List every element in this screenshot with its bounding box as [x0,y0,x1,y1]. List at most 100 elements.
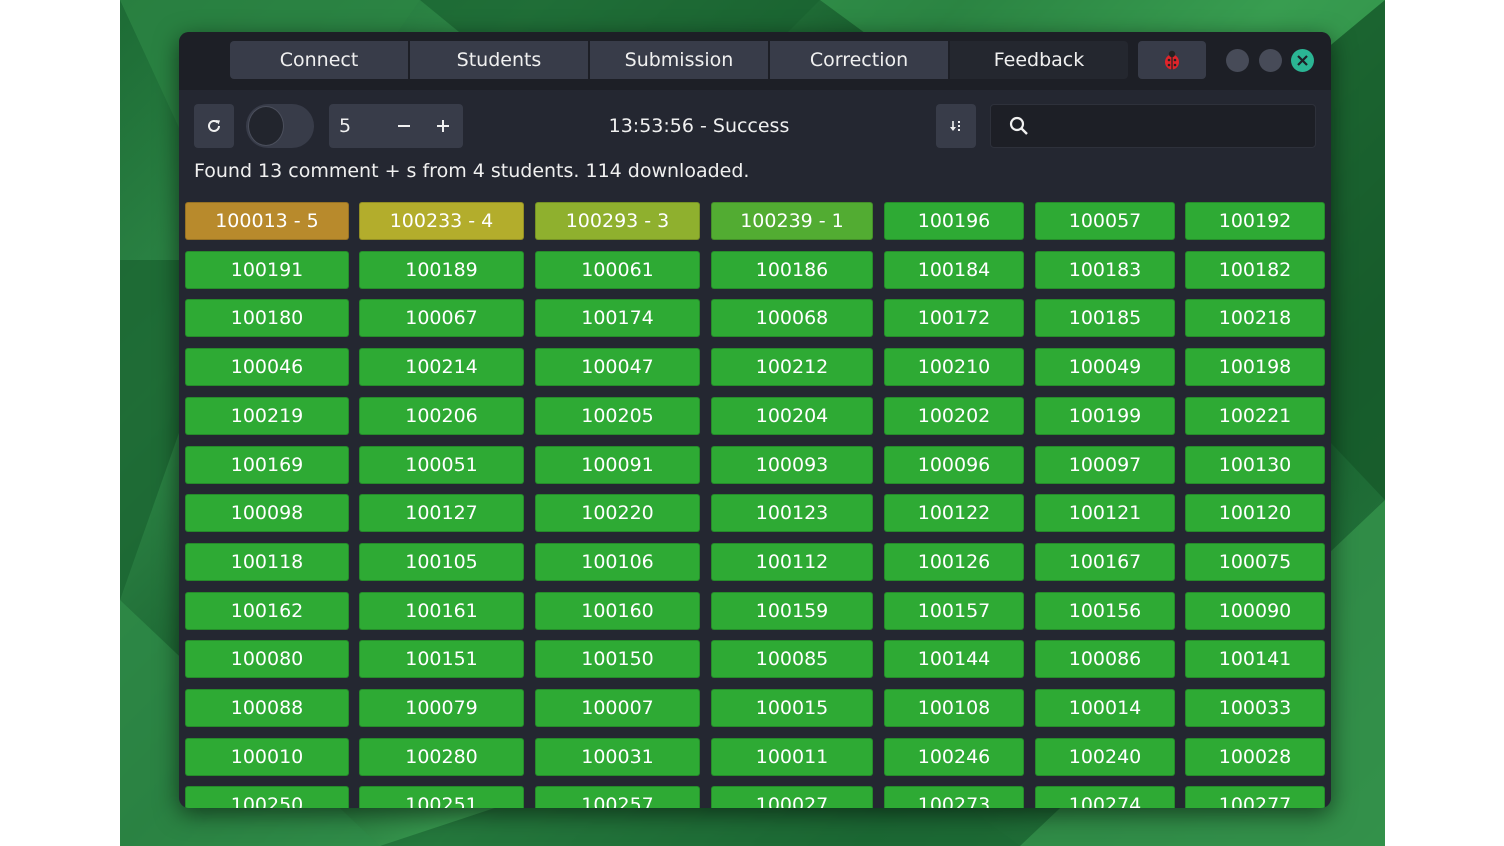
student-button[interactable]: 100196 [884,202,1024,240]
student-button[interactable]: 100033 [1185,689,1325,727]
student-button[interactable]: 100014 [1035,689,1175,727]
tab-connect[interactable]: Connect [230,41,408,79]
student-button[interactable]: 100257 [535,786,700,808]
student-button[interactable]: 100097 [1035,446,1175,484]
student-button[interactable]: 100144 [884,640,1024,678]
auto-toggle-switch[interactable] [246,104,314,148]
student-button[interactable]: 100122 [884,494,1024,532]
student-button[interactable]: 100010 [185,738,349,776]
student-button[interactable]: 100091 [535,446,700,484]
student-button[interactable]: 100274 [1035,786,1175,808]
student-button[interactable]: 100220 [535,494,700,532]
student-button[interactable]: 100186 [711,251,873,289]
tab-submission[interactable]: Submission [590,41,768,79]
student-button[interactable]: 100108 [884,689,1024,727]
student-button[interactable]: 100106 [535,543,700,581]
student-button[interactable]: 100007 [535,689,700,727]
student-button[interactable]: 100250 [185,786,349,808]
student-button[interactable]: 100218 [1185,299,1325,337]
student-button[interactable]: 100219 [185,397,349,435]
student-button[interactable]: 100212 [711,348,873,386]
student-button[interactable]: 100049 [1035,348,1175,386]
student-button[interactable]: 100141 [1185,640,1325,678]
student-button[interactable]: 100126 [884,543,1024,581]
student-button[interactable]: 100075 [1185,543,1325,581]
student-button[interactable]: 100027 [711,786,873,808]
student-button[interactable]: 100251 [359,786,524,808]
student-button[interactable]: 100093 [711,446,873,484]
student-button[interactable]: 100198 [1185,348,1325,386]
student-button[interactable]: 100221 [1185,397,1325,435]
student-button[interactable]: 100057 [1035,202,1175,240]
student-button[interactable]: 100199 [1035,397,1175,435]
tab-students[interactable]: Students [410,41,588,79]
student-button[interactable]: 100013 - 5 [185,202,349,240]
student-button[interactable]: 100205 [535,397,700,435]
student-button[interactable]: 100121 [1035,494,1175,532]
tab-correction[interactable]: Correction [770,41,948,79]
minimize-button[interactable] [1226,49,1249,72]
student-button[interactable]: 100150 [535,640,700,678]
increment-button[interactable] [424,104,462,148]
student-button[interactable]: 100011 [711,738,873,776]
student-button[interactable]: 100185 [1035,299,1175,337]
student-button[interactable]: 100174 [535,299,700,337]
student-button[interactable]: 100098 [185,494,349,532]
student-button[interactable]: 100182 [1185,251,1325,289]
student-button[interactable]: 100240 [1035,738,1175,776]
student-button[interactable]: 100202 [884,397,1024,435]
student-button[interactable]: 100015 [711,689,873,727]
student-button[interactable]: 100118 [185,543,349,581]
student-button[interactable]: 100130 [1185,446,1325,484]
student-button[interactable]: 100246 [884,738,1024,776]
close-button[interactable] [1291,49,1314,72]
student-button[interactable]: 100189 [359,251,524,289]
student-button[interactable]: 100088 [185,689,349,727]
student-button[interactable]: 100067 [359,299,524,337]
student-button[interactable]: 100239 - 1 [711,202,873,240]
student-button[interactable]: 100085 [711,640,873,678]
student-button[interactable]: 100157 [884,592,1024,630]
student-button[interactable]: 100051 [359,446,524,484]
student-button[interactable]: 100233 - 4 [359,202,524,240]
count-spinner[interactable]: 5 [329,104,463,148]
student-button[interactable]: 100277 [1185,786,1325,808]
student-button[interactable]: 100293 - 3 [535,202,700,240]
student-button[interactable]: 100068 [711,299,873,337]
student-button[interactable]: 100090 [1185,592,1325,630]
student-button[interactable]: 100204 [711,397,873,435]
student-button[interactable]: 100080 [185,640,349,678]
refresh-button[interactable] [194,104,234,148]
student-button[interactable]: 100120 [1185,494,1325,532]
student-button[interactable]: 100031 [535,738,700,776]
student-button[interactable]: 100172 [884,299,1024,337]
student-button[interactable]: 100273 [884,786,1024,808]
student-button[interactable]: 100156 [1035,592,1175,630]
search-input[interactable] [1039,105,1303,149]
student-button[interactable]: 100061 [535,251,700,289]
search-box[interactable] [990,104,1316,149]
student-button[interactable]: 100079 [359,689,524,727]
student-button[interactable]: 100161 [359,592,524,630]
debug-button[interactable] [1138,41,1206,79]
tab-feedback[interactable]: Feedback [950,41,1128,79]
student-button[interactable]: 100123 [711,494,873,532]
student-button[interactable]: 100210 [884,348,1024,386]
student-button[interactable]: 100112 [711,543,873,581]
student-button[interactable]: 100046 [185,348,349,386]
student-button[interactable]: 100028 [1185,738,1325,776]
student-button[interactable]: 100280 [359,738,524,776]
student-button[interactable]: 100086 [1035,640,1175,678]
student-button[interactable]: 100180 [185,299,349,337]
student-button[interactable]: 100192 [1185,202,1325,240]
student-button[interactable]: 100183 [1035,251,1175,289]
student-button[interactable]: 100160 [535,592,700,630]
sort-button[interactable] [936,104,976,148]
maximize-button[interactable] [1259,49,1282,72]
student-button[interactable]: 100151 [359,640,524,678]
decrement-button[interactable] [385,104,423,148]
student-button[interactable]: 100167 [1035,543,1175,581]
student-button[interactable]: 100169 [185,446,349,484]
student-button[interactable]: 100214 [359,348,524,386]
student-button[interactable]: 100191 [185,251,349,289]
